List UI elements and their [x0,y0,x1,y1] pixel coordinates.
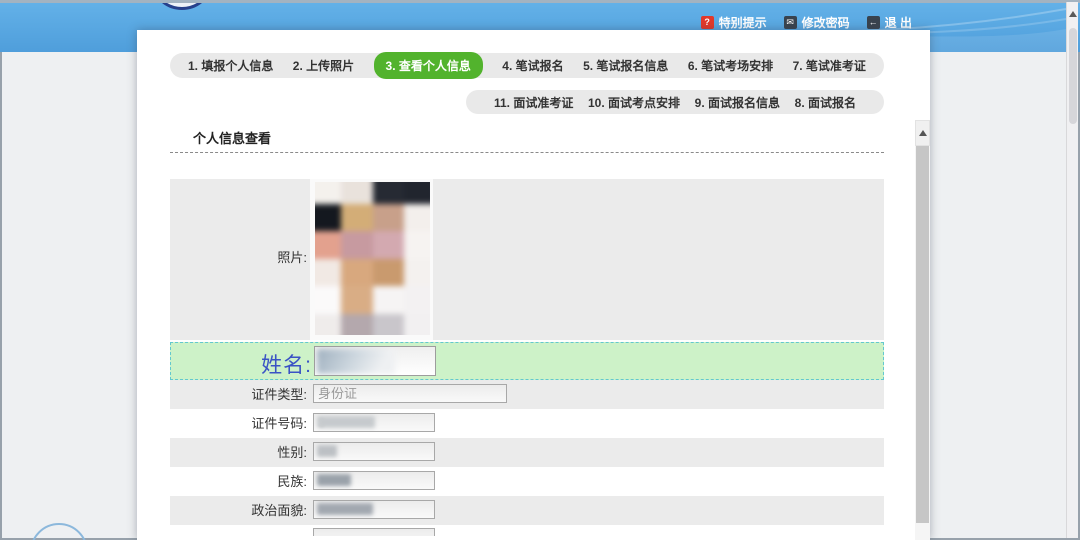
step-tab-11[interactable]: 11. 面试准考证 [494,94,573,111]
mosaic-cell [404,231,430,259]
form-row: 证件类型: 身份证 [170,380,884,409]
content-panel: 1. 填报个人信息 2. 上传照片 3. 查看个人信息 4. 笔试报名 5. 笔试报名信… [137,30,930,540]
field-label: 证件类型: [170,380,307,409]
step-tab-10[interactable]: 10. 面试考点安排 [588,94,680,111]
mosaic-cell [315,314,341,336]
mosaic-cell [373,286,405,314]
field-input[interactable] [313,442,435,461]
mosaic-cell [373,204,405,232]
field-input[interactable]: 3 [313,413,435,432]
mosaic-cell [341,231,373,259]
personal-info-form: 照片: 姓名: 证件类型: 身份证证件号码: 3 性别:民族:政治面貌: [170,179,884,536]
step-tab-3[interactable]: 3. 查看个人信息 [374,52,483,79]
header-link-logout[interactable]: ← 退 出 [867,14,912,31]
redacted-value [317,474,351,486]
mosaic-cell [404,204,430,232]
field-label: 性别: [170,438,307,467]
form-row: 民族: [170,467,884,496]
window-scroll-up-button[interactable] [1067,2,1078,26]
field-input[interactable] [313,471,435,490]
step-tab-5[interactable]: 5. 笔试报名信息 [583,57,668,74]
site-logo-emblem [150,3,214,10]
redacted-value [317,416,375,428]
steps-row-1: 1. 填报个人信息 2. 上传照片 3. 查看个人信息 4. 笔试报名 5. 笔试报名信… [170,53,884,78]
name-row: 姓名: [170,342,884,380]
mosaic-cell [341,204,373,232]
redacted-value [317,503,373,515]
header-link-label: 退 出 [885,14,912,31]
decorative-circle [30,523,88,540]
photo-pixelated-mosaic [315,182,430,335]
mosaic-cell [341,182,373,204]
mosaic-cell [341,259,373,287]
mosaic-cell [315,231,341,259]
name-label: 姓名: [171,349,312,379]
partial-next-row [170,525,884,536]
applicant-photo [315,182,430,335]
step-tab-4[interactable]: 4. 笔试报名 [502,57,563,74]
mosaic-cell [341,286,373,314]
header-links: ? 特别提示 ✉ 修改密码 ← 退 出 [701,14,912,31]
chevron-up-icon [1069,11,1077,17]
step-tab-8[interactable]: 8. 面试报名 [795,94,856,111]
redacted-value [317,445,337,457]
field-label: 政治面貌: [170,496,307,525]
step-tab-7[interactable]: 7. 笔试准考证 [793,57,866,74]
logout-icon: ← [867,16,880,29]
header-link-change-password[interactable]: ✉ 修改密码 [784,14,850,31]
form-row: 政治面貌: [170,496,884,525]
mosaic-cell [373,259,405,287]
mosaic-cell [315,204,341,232]
mosaic-cell [373,314,405,336]
form-row: 证件号码: 3 [170,409,884,438]
header-link-notice[interactable]: ? 特别提示 [701,14,767,31]
header-link-label: 修改密码 [802,14,850,31]
field-label: 证件号码: [170,409,307,438]
window-scrollbar[interactable] [1066,2,1078,538]
field-value: 身份证 [314,385,506,402]
field-input[interactable] [313,500,435,519]
title-divider [170,152,884,153]
mosaic-cell [404,182,430,204]
mosaic-cell [404,259,430,287]
step-tab-6[interactable]: 6. 笔试考场安排 [688,57,773,74]
envelope-icon: ✉ [784,16,797,29]
panel-scrollbar-thumb[interactable] [916,146,929,523]
question-icon: ? [701,16,714,29]
mosaic-cell [341,314,373,336]
step-tab-2[interactable]: 2. 上传照片 [293,57,354,74]
panel-scrollbar[interactable] [915,120,930,540]
photo-row: 照片: [170,179,884,340]
header-link-label: 特别提示 [719,14,767,31]
page-title: 个人信息查看 [193,128,271,147]
app-window: ? 特别提示 ✉ 修改密码 ← 退 出 1. 填报个人信息 2. 上传照片 3. 查看个人信息… [0,0,1080,540]
step-tab-9[interactable]: 9. 面试报名信息 [695,94,780,111]
field-input[interactable]: 身份证 [313,384,507,403]
field-label: 民族: [170,467,307,496]
form-row: 性别: [170,438,884,467]
window-scrollbar-thumb[interactable] [1069,28,1077,124]
name-redacted-value [317,349,395,374]
chevron-up-icon [919,130,927,136]
mosaic-cell [373,182,405,204]
name-input[interactable] [314,346,436,376]
mosaic-cell [404,314,430,336]
form-fields: 证件类型: 身份证证件号码: 3 性别:民族:政治面貌: [170,380,884,525]
mosaic-cell [315,182,341,204]
mosaic-cell [315,286,341,314]
mosaic-cell [404,286,430,314]
photo-label: 照片: [170,247,307,266]
step-tab-1[interactable]: 1. 填报个人信息 [188,57,273,74]
panel-scroll-up-button[interactable] [915,120,930,146]
mosaic-cell [315,259,341,287]
mosaic-cell [373,231,405,259]
steps-row-2: 11. 面试准考证 10. 面试考点安排 9. 面试报名信息 8. 面试报名 [466,90,884,114]
partial-next-input[interactable] [313,528,435,536]
